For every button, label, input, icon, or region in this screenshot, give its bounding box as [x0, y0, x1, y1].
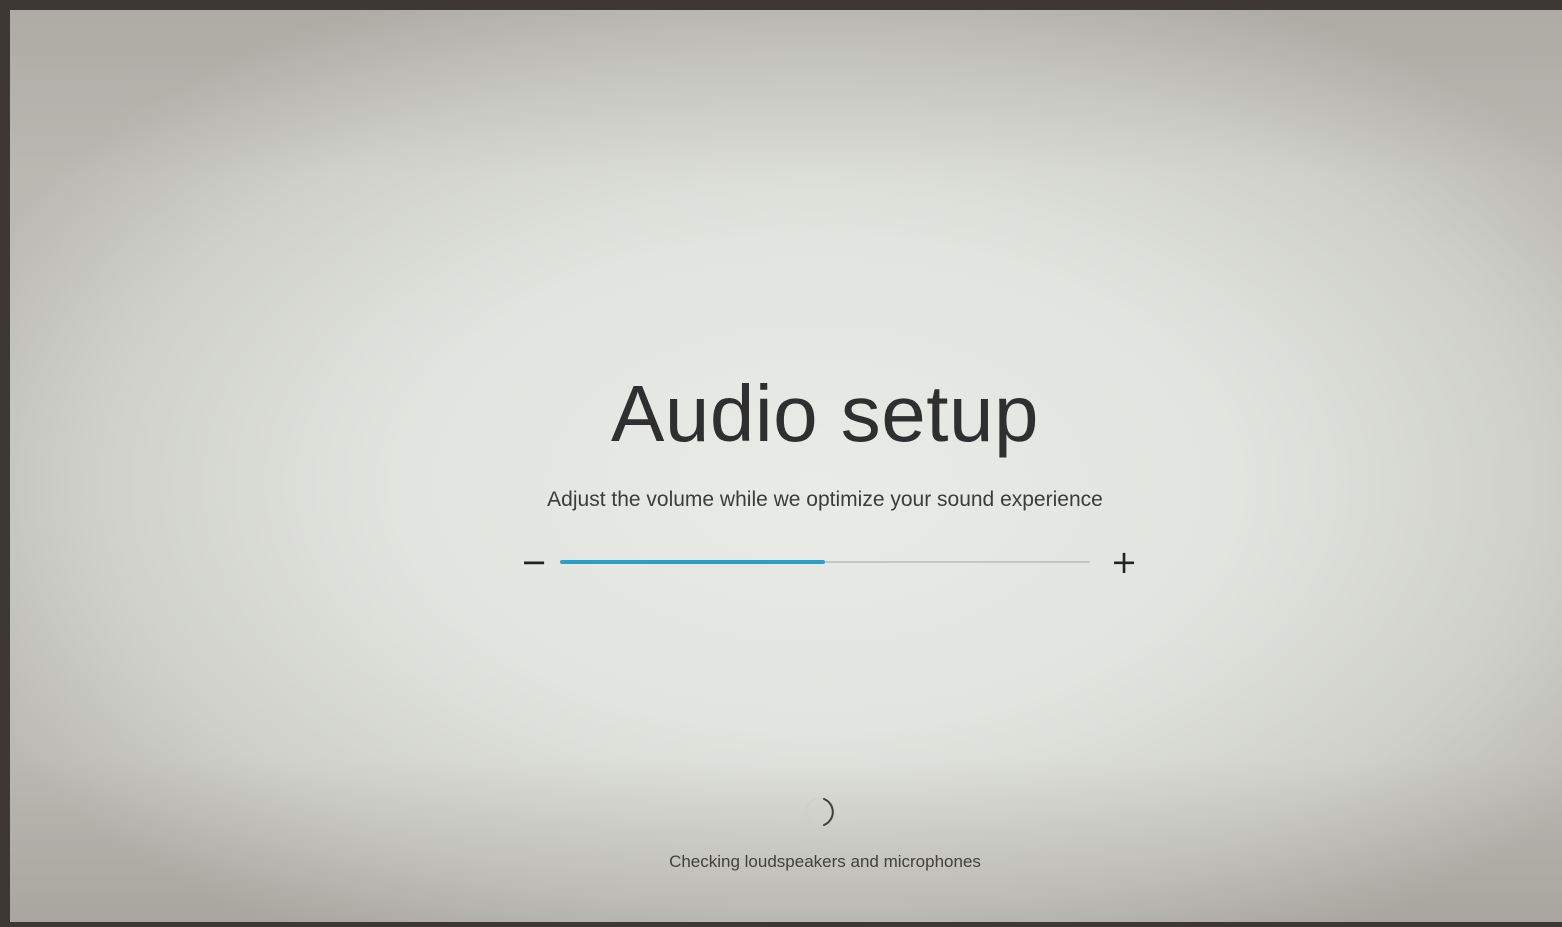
- volume-control: − +: [516, 540, 1138, 584]
- volume-slider-track[interactable]: [560, 560, 1090, 564]
- page-subtitle: Adjust the volume while we optimize your…: [547, 488, 1103, 511]
- page-title: Audio setup: [610, 369, 1040, 458]
- status-text: Checking loudspeakers and microphones: [669, 852, 981, 871]
- loading-spinner-icon: [800, 792, 840, 832]
- monitor-frame: Audio setup Adjust the volume while we o…: [0, 0, 1562, 927]
- volume-down-button[interactable]: −: [516, 540, 552, 584]
- volume-slider-fill: [560, 560, 825, 564]
- volume-up-button[interactable]: +: [1106, 540, 1142, 584]
- audio-setup-screen: Audio setup Adjust the volume while we o…: [10, 10, 1562, 922]
